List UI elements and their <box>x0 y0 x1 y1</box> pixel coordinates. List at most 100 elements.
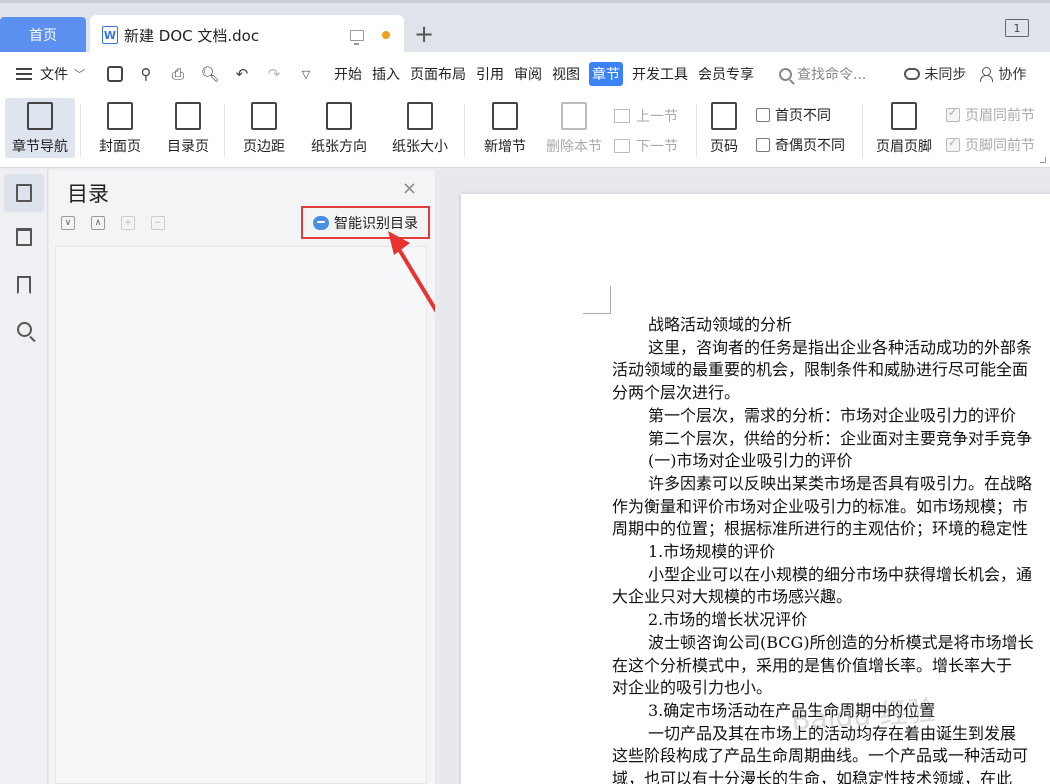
document-line: 域，也可以有十分漫长的生命，如稳定性技术领域，在此 <box>612 769 1013 784</box>
file-menu[interactable]: 文件 ﹀ <box>0 64 85 84</box>
orientation-button[interactable]: 纸张方向 <box>300 98 378 158</box>
paper-size-button[interactable]: 纸张大小 <box>382 98 458 158</box>
header-footer-icon <box>891 102 917 130</box>
bookmark-tab[interactable] <box>4 266 44 304</box>
toc-panel: 目录 × ∨ ∧ + − 智能识别目录 <box>49 170 435 784</box>
new-section-label: 新增节 <box>484 139 526 155</box>
ribbon-expand-icon[interactable] <box>1040 157 1046 163</box>
delete-section-icon <box>561 102 587 130</box>
print-icon[interactable]: ⎙ <box>169 65 187 83</box>
prev-section-button[interactable]: 上一节 <box>614 106 678 126</box>
document-line: 第二个层次，供给的分析：企业面对主要竞争对手竞争 <box>648 428 1033 448</box>
menu-section[interactable]: 章节 <box>589 62 623 86</box>
odd-even-diff-checkbox[interactable]: 奇偶页不同 <box>756 135 845 155</box>
paper-size-icon <box>407 102 433 130</box>
find-tab[interactable] <box>4 310 44 348</box>
sync-status[interactable]: 未同步 <box>904 64 966 84</box>
ribbon-divider <box>464 104 465 158</box>
first-page-diff-checkbox[interactable]: 首页不同 <box>756 105 831 125</box>
margin-corner-mark <box>583 286 611 314</box>
add-level-icon[interactable]: + <box>121 216 135 230</box>
toc-list <box>55 246 427 784</box>
document-line: 这里，咨询者的任务是指出企业各种活动成功的外部条 <box>648 337 1033 357</box>
print-preview-icon[interactable]: 🔍︎ <box>200 65 219 83</box>
document-line: 作为衡量和评价市场对企业吸引力的标准。如市场规模；市 <box>612 496 1029 516</box>
menu-references[interactable]: 引用 <box>475 62 505 86</box>
margins-label: 页边距 <box>243 139 285 155</box>
delete-section-label: 删除本节 <box>546 139 602 155</box>
panel-title: 目录 <box>67 182 109 206</box>
remove-level-icon[interactable]: − <box>151 216 165 230</box>
unsaved-indicator-icon <box>382 31 390 39</box>
page-number-button[interactable]: 页码 <box>700 98 748 158</box>
delete-section-button[interactable]: 删除本节 <box>542 98 606 158</box>
odd-even-diff-label: 奇偶页不同 <box>775 138 845 154</box>
prev-section-label: 上一节 <box>636 109 678 125</box>
menu-review[interactable]: 审阅 <box>513 62 543 86</box>
header-footer-label: 页眉页脚 <box>876 139 932 155</box>
menu-bar: 文件 ﹀ ⚲ ⎙ 🔍︎ ↶ ↷ ▽ 开始 插入 页面布局 引用 审阅 视图 章节… <box>0 52 1050 96</box>
document-line: 许多因素可以反映出某类市场是否具有吸引力。在战略 <box>648 473 1033 493</box>
collab-button[interactable]: 协作 <box>980 64 1026 84</box>
window-switcher-icon[interactable]: 1 <box>1005 19 1029 37</box>
next-section-button[interactable]: 下一节 <box>614 136 678 156</box>
checkbox-icon <box>756 108 770 122</box>
menu-member[interactable]: 会员专享 <box>697 62 755 86</box>
page-number-label: 页码 <box>710 139 738 155</box>
redo-icon[interactable]: ↷ <box>265 65 283 83</box>
smart-ai-icon <box>313 215 329 230</box>
menu-developer[interactable]: 开发工具 <box>631 62 689 86</box>
undo-icon[interactable]: ↶ <box>233 65 251 83</box>
header-same-prev-checkbox[interactable]: 页眉同前节 <box>946 105 1035 125</box>
next-section-icon <box>614 139 630 153</box>
expand-icon[interactable]: ∨ <box>61 216 75 230</box>
menu-page-layout[interactable]: 页面布局 <box>409 62 467 86</box>
chapter-nav-icon <box>27 102 53 130</box>
header-footer-button[interactable]: 页眉页脚 <box>868 98 940 158</box>
document-line: 这些阶段构成了产品生命周期曲线。一个产品或一种活动可 <box>612 746 1029 766</box>
menu-insert[interactable]: 插入 <box>371 62 401 86</box>
document-canvas[interactable]: 战略活动领域的分析 这里，咨询者的任务是指出企业各种活动成功的外部条 活动领域的最重… <box>435 170 1050 784</box>
ribbon-toolbar: 章节导航 封面页 目录页 页边距 纸张方向 纸张大小 新增节 删除本节 上一节 … <box>0 96 1050 168</box>
document-tab-title: 新建 DOC 文档.doc <box>124 26 260 45</box>
orientation-label: 纸张方向 <box>311 139 367 155</box>
save-icon[interactable] <box>107 66 123 82</box>
document-line: 大企业只对大规模的市场感兴趣。 <box>612 587 853 607</box>
tab-home[interactable]: 首页 <box>0 17 86 53</box>
new-tab-button[interactable]: + <box>412 20 436 48</box>
document-line: 分两个层次进行。 <box>612 383 741 403</box>
monitor-icon[interactable] <box>350 29 364 45</box>
cover-page-button[interactable]: 封面页 <box>88 98 152 158</box>
document-line: 活动领域的最重要的机会，限制条件和威胁进行尽可能全面 <box>612 360 1029 380</box>
document-line: 周期中的位置；根据标准所进行的主观估价；环境的稳定性 <box>612 519 1029 539</box>
margins-button[interactable]: 页边距 <box>232 98 296 158</box>
ribbon-divider <box>80 104 81 158</box>
toc-nav-tab[interactable] <box>4 174 44 212</box>
paper-size-label: 纸张大小 <box>392 139 448 155</box>
format-painter-icon[interactable]: ⚲ <box>137 65 155 83</box>
document-line: 第一个层次，需求的分析：市场对企业吸引力的评价 <box>648 405 1017 425</box>
left-sidebar <box>0 170 48 784</box>
cloud-icon <box>904 68 921 80</box>
more-quick-icon[interactable]: ▽ <box>297 65 315 83</box>
toc-page-button[interactable]: 目录页 <box>156 98 220 158</box>
collapse-icon[interactable]: ∧ <box>91 216 105 230</box>
footer-same-prev-checkbox[interactable]: 页脚同前节 <box>946 135 1035 155</box>
menu-view[interactable]: 视图 <box>551 62 581 86</box>
chapter-nav-tab[interactable] <box>4 218 44 256</box>
doc-file-icon: W <box>102 26 118 44</box>
toc-page-icon <box>175 102 201 130</box>
new-section-button[interactable]: 新增节 <box>472 98 538 158</box>
checkbox-icon <box>756 138 770 152</box>
ribbon-divider <box>696 104 697 158</box>
document-page[interactable]: 战略活动领域的分析 这里，咨询者的任务是指出企业各种活动成功的外部条 活动领域的最重… <box>461 194 1050 784</box>
menu-start[interactable]: 开始 <box>333 62 363 86</box>
chapter-nav-button[interactable]: 章节导航 <box>5 98 75 158</box>
search-icon <box>779 67 792 81</box>
new-section-icon <box>492 102 518 130</box>
command-search[interactable]: 查找命令... <box>779 64 866 84</box>
sync-label: 未同步 <box>924 67 967 83</box>
close-icon[interactable]: × <box>402 178 417 199</box>
chevron-down-icon: ﹀ <box>74 68 85 81</box>
tab-document[interactable]: W 新建 DOC 文档.doc <box>90 15 404 55</box>
